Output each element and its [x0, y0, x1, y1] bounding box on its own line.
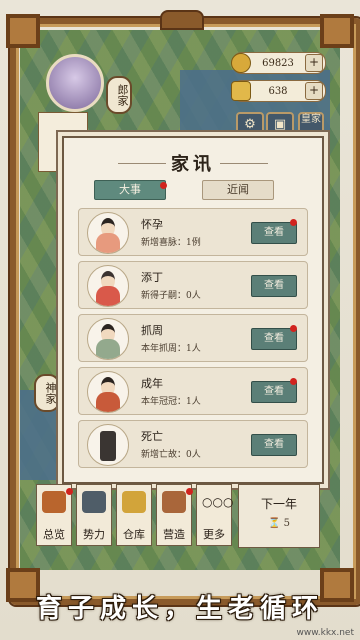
hourglass-icon: ⏳	[267, 518, 284, 529]
event-card-adulthood: 成年 本年冠冠：1人 查看	[78, 367, 308, 415]
event-title: 成年	[141, 377, 163, 390]
notification-dot	[290, 325, 297, 332]
baby-portrait	[87, 265, 129, 307]
view-button[interactable]: 查看	[251, 328, 297, 350]
event-card-pregnancy: 怀孕 新增喜脉：1例 查看	[78, 208, 308, 256]
scroll-icon	[42, 491, 66, 513]
event-description: 本年抓周：1人	[141, 344, 201, 354]
notification-dot	[290, 378, 297, 385]
view-button[interactable]: 查看	[251, 222, 297, 244]
bricks-icon	[162, 491, 186, 513]
frame-top-ornament	[160, 10, 204, 30]
ingot-counter: 638 +	[231, 80, 326, 102]
coin-counter: 69823 +	[231, 52, 326, 74]
event-description: 新增喜脉：1例	[141, 238, 201, 248]
clan-tag-left-bottom[interactable]: 神家	[34, 374, 60, 412]
coin-icon	[231, 53, 251, 73]
tab-major-events[interactable]: 大事	[94, 180, 166, 200]
notification-dot	[160, 182, 167, 189]
event-description: 本年冠冠：1人	[141, 397, 201, 407]
view-button[interactable]: 查看	[251, 275, 297, 297]
gold-ingot-icon	[122, 491, 146, 513]
ingot-icon	[231, 81, 251, 101]
nav-label: 总览	[43, 528, 65, 541]
notification-dot	[186, 488, 193, 495]
ingot-value: 638	[268, 85, 288, 97]
game-scene: 郎家 神家 69823 + 638 + ⚙ ▣ 皇家 家讯 大事 近闻 怀孕 新…	[0, 0, 360, 640]
nav-label: 仓库	[123, 528, 145, 541]
event-card-zhuazhou: 抓周 本年抓周：1人 查看	[78, 314, 308, 362]
more-dots-icon: ○○○	[202, 491, 233, 513]
scholar-portrait	[87, 371, 129, 413]
nav-label: 更多	[203, 528, 225, 541]
royal-family-label: 皇家	[301, 114, 321, 125]
event-description: 新增亡故：0人	[141, 450, 201, 460]
watermark: www.kkx.net	[296, 628, 355, 638]
pregnant-woman-portrait	[87, 212, 129, 254]
add-coin-button[interactable]: +	[305, 54, 323, 72]
palace-icon	[82, 491, 106, 513]
nav-more-button[interactable]: ○○○ 更多	[196, 484, 233, 546]
tab-recent-news[interactable]: 近闻	[202, 180, 274, 200]
coin-value: 69823	[262, 57, 294, 69]
nav-power-button[interactable]: 势力	[76, 484, 112, 546]
child-portrait	[87, 318, 129, 360]
next-year-button[interactable]: 下一年 ⏳ 5	[238, 484, 320, 548]
nav-label: 势力	[83, 528, 105, 541]
notification-dot	[290, 219, 297, 226]
event-description: 新得子嗣：0人	[141, 291, 201, 301]
add-ingot-button[interactable]: +	[305, 82, 323, 100]
clan-tag-left-top[interactable]: 郎家	[106, 76, 132, 114]
nav-label: 营造	[163, 528, 185, 541]
frame-corner	[320, 14, 354, 48]
dialog-title: 家讯	[171, 154, 215, 175]
memorial-tablet-portrait	[87, 424, 129, 466]
notification-dot	[66, 488, 73, 495]
player-avatar[interactable]	[46, 54, 104, 112]
event-title: 抓周	[141, 324, 163, 337]
title-divider	[220, 163, 268, 164]
event-title: 怀孕	[141, 218, 163, 231]
event-title: 死亡	[141, 430, 163, 443]
view-button[interactable]: 查看	[251, 434, 297, 456]
next-year-counter: ⏳ 5	[267, 518, 290, 529]
nav-warehouse-button[interactable]: 仓库	[116, 484, 152, 546]
next-year-label: 下一年	[260, 497, 297, 511]
event-card-death: 死亡 新增亡故：0人 查看	[78, 420, 308, 468]
view-button[interactable]: 查看	[251, 381, 297, 403]
frame-corner	[6, 14, 40, 48]
event-card-birth: 添丁 新得子嗣：0人 查看	[78, 261, 308, 309]
family-news-dialog: 家讯 大事 近闻 怀孕 新增喜脉：1例 查看 添丁 新得子嗣：0人 查看 抓周 …	[62, 136, 324, 484]
event-title: 添丁	[141, 271, 163, 284]
